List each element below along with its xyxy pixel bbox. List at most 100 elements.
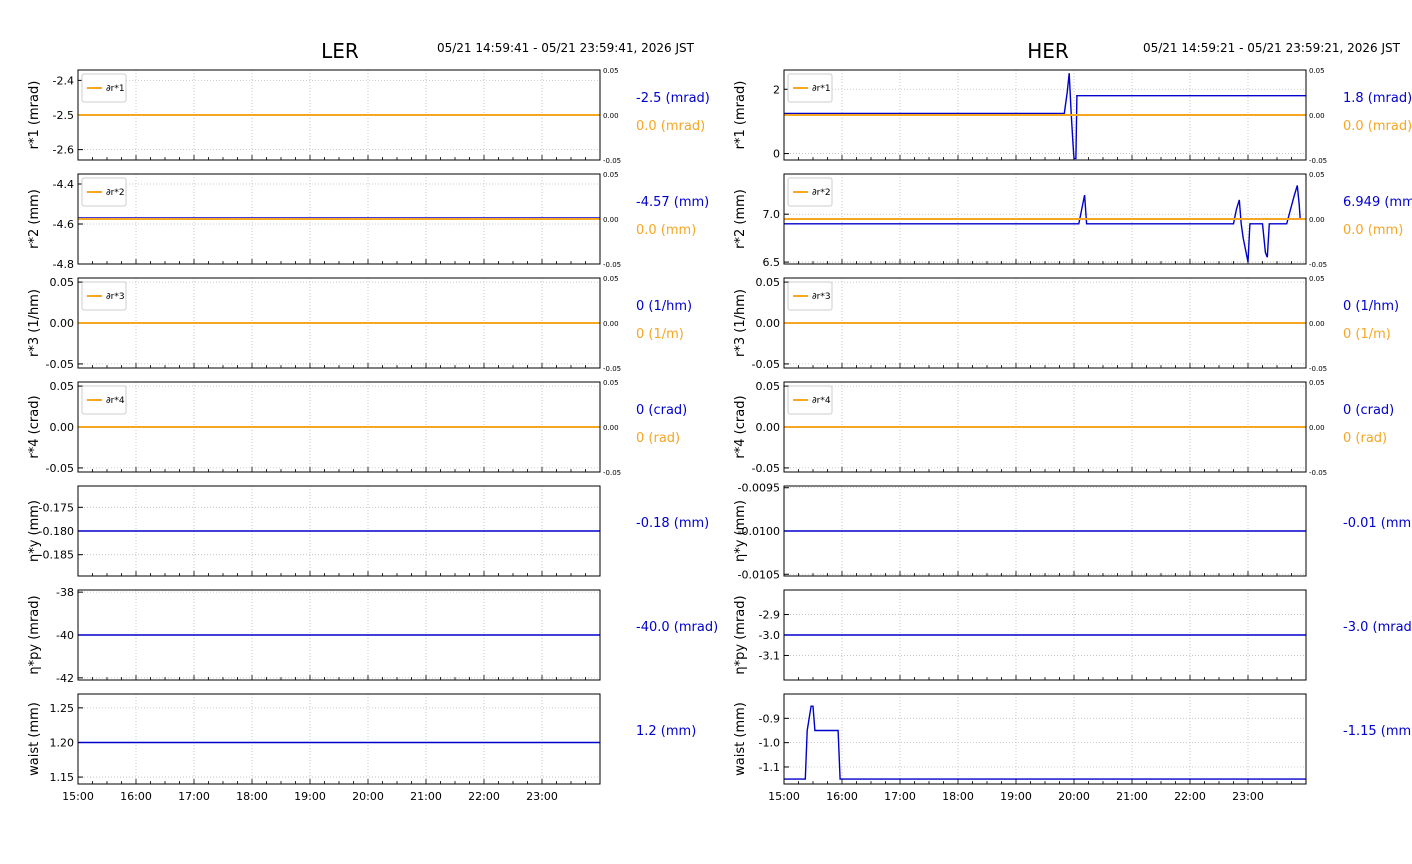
axes-frame (783, 693, 1307, 785)
legend: ∂r*3 (787, 281, 833, 311)
x-tick-label: 19:00 (1000, 790, 1032, 803)
value-readout-blue: 1.2 (mm) (636, 724, 696, 739)
y-tick-label: 2 (773, 83, 780, 96)
y-axis-label: r*3 (1/hm) (27, 289, 42, 357)
value-readout-orange: 0.0 (mrad) (636, 119, 705, 134)
y-axis-label: r*1 (mrad) (27, 81, 42, 150)
y-tick-label: -40 (56, 629, 74, 642)
chart-title: LER (321, 39, 359, 63)
y-axis-label: η*y (mm) (27, 500, 42, 562)
panel-3: 0.05 0.00 -0.05 0.05 0.00 -0.05 ∂r*3 r*3 (1/hm)… (733, 275, 1399, 373)
legend-label: ∂r*2 (106, 188, 125, 198)
y-tick-label: 0.00 (756, 317, 781, 330)
right-y-tick-label: 0.00 (603, 216, 619, 224)
y-tick-label: -42 (56, 672, 74, 685)
chart-her: HER 05/21 14:59:21 - 05/21 23:59:21, 2026… (733, 39, 1412, 803)
x-tick-label: 18:00 (942, 790, 974, 803)
y-tick-label: 7.0 (763, 208, 781, 221)
right-y-tick-label: -0.05 (603, 469, 621, 477)
y-tick-label: -0.05 (46, 462, 74, 475)
value-readout-blue: 0 (1/hm) (636, 299, 692, 314)
value-readout-blue: 0 (crad) (1343, 403, 1394, 418)
x-tick-label: 15:00 (768, 790, 800, 803)
y-axis-label: η*py (mrad) (27, 595, 42, 674)
y-tick-label: 1.20 (50, 736, 75, 749)
legend-label: ∂r*3 (106, 292, 125, 302)
value-readout-orange: 0.0 (mrad) (1343, 119, 1412, 134)
panel-2: 7.0 6.5 0.05 0.00 -0.05 ∂r*2 r*2 (mm) 6.949 (mm… (733, 171, 1412, 269)
value-readout-orange: 0.0 (mm) (636, 223, 696, 238)
value-readout-blue: -4.57 (mm) (636, 195, 709, 210)
y-tick-label: -0.175 (39, 501, 74, 514)
y-axis-label: r*2 (mm) (733, 189, 748, 249)
panel-7: -0.9 -1.0 -1.1 waist (mm) -1.15 (mm) (733, 693, 1412, 785)
value-readout-blue: 1.8 (mrad) (1343, 91, 1412, 106)
y-tick-label: 0.00 (50, 421, 75, 434)
x-tick-label: 23:00 (526, 790, 558, 803)
x-tick-label: 21:00 (410, 790, 442, 803)
right-y-tick-label: 0.00 (1309, 216, 1325, 224)
right-y-tick-label: 0.00 (1309, 112, 1325, 120)
panel-2: -4.4 -4.6 -4.8 0.05 0.00 -0.05 ∂r*2 r*2 (mm) -4.… (27, 171, 709, 271)
panel-1: -2.4 -2.5 -2.6 0.05 0.00 -0.05 ∂r*1 r*1 (mrad) -… (27, 67, 710, 165)
legend-label: ∂r*1 (106, 84, 125, 94)
time-range: 05/21 14:59:21 - 05/21 23:59:21, 2026 JS… (1143, 41, 1401, 55)
legend: ∂r*4 (787, 385, 833, 415)
y-tick-label: 1.15 (50, 771, 75, 784)
y-tick-label: -3.1 (759, 649, 780, 662)
x-tick-label: 22:00 (1174, 790, 1206, 803)
x-tick-label: 21:00 (1116, 790, 1148, 803)
right-y-tick-label: 0.05 (1309, 275, 1325, 283)
y-tick-label: 0.05 (756, 380, 781, 393)
legend: ∂r*1 (787, 73, 833, 103)
legend-label: ∂r*2 (812, 188, 831, 198)
x-tick-label: 16:00 (826, 790, 858, 803)
legend-label: ∂r*4 (106, 396, 125, 406)
chart-title: HER (1027, 39, 1069, 63)
x-tick-label: 16:00 (120, 790, 152, 803)
right-y-tick-label: -0.05 (1309, 261, 1327, 269)
y-tick-label: -2.6 (53, 144, 74, 157)
y-tick-label: -4.8 (53, 258, 74, 271)
x-tick-label: 20:00 (352, 790, 384, 803)
y-axis-label: r*1 (mrad) (733, 81, 748, 150)
right-y-tick-label: -0.05 (603, 157, 621, 165)
right-y-tick-label: 0.00 (603, 320, 619, 328)
x-tick-label: 18:00 (236, 790, 268, 803)
y-axis-label: waist (mm) (27, 702, 42, 776)
panel-5: -0.0095-0.0100-0.0105η*y (mm) -0.01 (mm) (733, 482, 1412, 582)
y-tick-label: 0 (773, 148, 780, 161)
legend-label: ∂r*4 (812, 396, 831, 406)
y-axis-label: r*2 (mm) (27, 189, 42, 249)
y-tick-label: -2.4 (53, 74, 74, 87)
y-tick-label: 0.05 (50, 276, 75, 289)
series-blue (784, 185, 1306, 263)
right-y-tick-label: -0.05 (1309, 157, 1327, 165)
legend: ∂r*1 (81, 73, 127, 103)
panel-6: -38 -40 -42 η*py (mrad) -40.0 (mrad) (27, 586, 718, 685)
legend-label: ∂r*1 (812, 84, 831, 94)
value-readout-blue: -0.01 (mm) (1343, 516, 1412, 531)
y-axis-label: r*4 (crad) (733, 395, 748, 458)
y-tick-label: 0.00 (756, 421, 781, 434)
y-tick-label: -0.05 (752, 358, 780, 371)
right-y-tick-label: 0.05 (1309, 67, 1325, 75)
beam-monitor-charts: LER 05/21 14:59:41 - 05/21 23:59:41, 2026… (27, 39, 1412, 803)
value-readout-orange: 0 (1/m) (1343, 327, 1391, 342)
y-tick-label: -2.9 (759, 609, 780, 622)
y-tick-label: -0.9 (759, 712, 780, 725)
x-tick-label: 22:00 (468, 790, 500, 803)
y-tick-label: 0.05 (756, 276, 781, 289)
value-readout-blue: -1.15 (mm) (1343, 724, 1412, 739)
legend: ∂r*4 (81, 385, 127, 415)
y-tick-label: -1.1 (759, 761, 780, 774)
right-y-tick-label: 0.05 (1309, 379, 1325, 387)
value-readout-blue: -40.0 (mrad) (636, 620, 718, 635)
right-y-tick-label: -0.05 (1309, 469, 1327, 477)
panel-5: -0.175 -0.180 -0.185η*y (mm) -0.18 (mm) (27, 485, 709, 577)
value-readout-blue: 0 (1/hm) (1343, 299, 1399, 314)
x-tick-label: 19:00 (294, 790, 326, 803)
y-tick-label: -4.6 (53, 218, 74, 231)
y-axis-label: r*3 (1/hm) (733, 289, 748, 357)
right-y-tick-label: 0.05 (603, 171, 619, 179)
